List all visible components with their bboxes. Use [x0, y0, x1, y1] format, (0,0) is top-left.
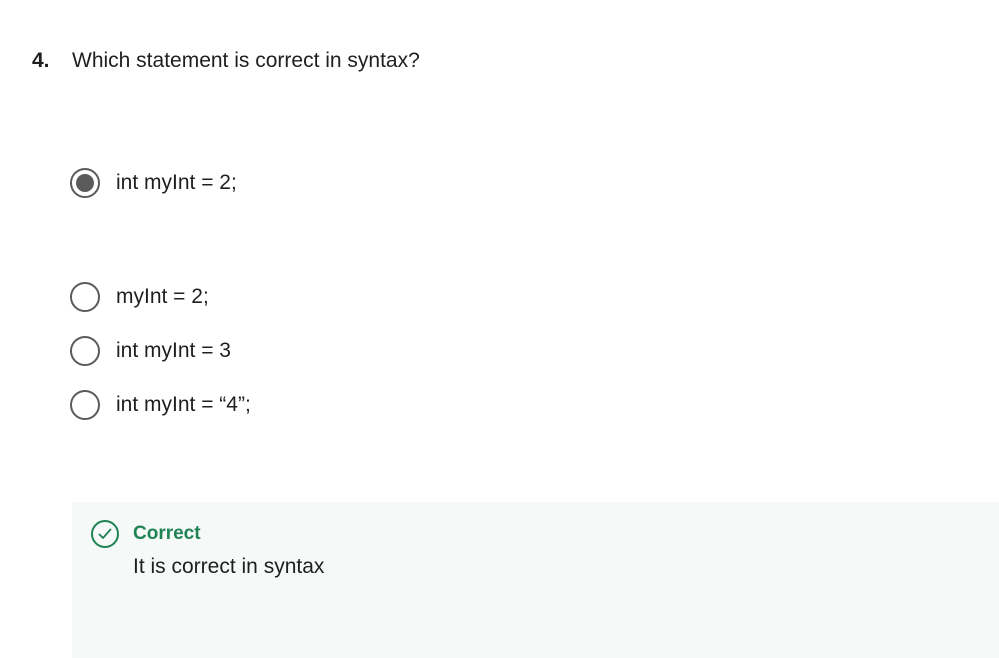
answer-option-1[interactable]: int myInt = 2; — [70, 168, 237, 198]
question-text: Which statement is correct in syntax? — [72, 49, 420, 72]
radio-button-selected[interactable] — [70, 168, 100, 198]
answer-option-label: myInt = 2; — [116, 285, 209, 308]
answer-option-label: int myInt = 3 — [116, 339, 231, 362]
answer-option-3[interactable]: int myInt = 3 — [70, 336, 231, 366]
answer-option-label: int myInt = “4”; — [116, 393, 251, 416]
radio-button[interactable] — [70, 336, 100, 366]
feedback-title: Correct — [133, 523, 201, 544]
check-circle-icon — [91, 520, 119, 548]
answer-option-2[interactable]: myInt = 2; — [70, 282, 209, 312]
question-number: 4. — [32, 49, 50, 72]
answer-option-4[interactable]: int myInt = “4”; — [70, 390, 251, 420]
answer-option-label: int myInt = 2; — [116, 171, 237, 194]
radio-button[interactable] — [70, 390, 100, 420]
feedback-panel: Correct It is correct in syntax — [72, 502, 999, 658]
feedback-text: It is correct in syntax — [133, 555, 325, 578]
question-header: 4. Which statement is correct in syntax? — [32, 46, 420, 76]
radio-button[interactable] — [70, 282, 100, 312]
quiz-page: 4. Which statement is correct in syntax?… — [0, 0, 999, 658]
